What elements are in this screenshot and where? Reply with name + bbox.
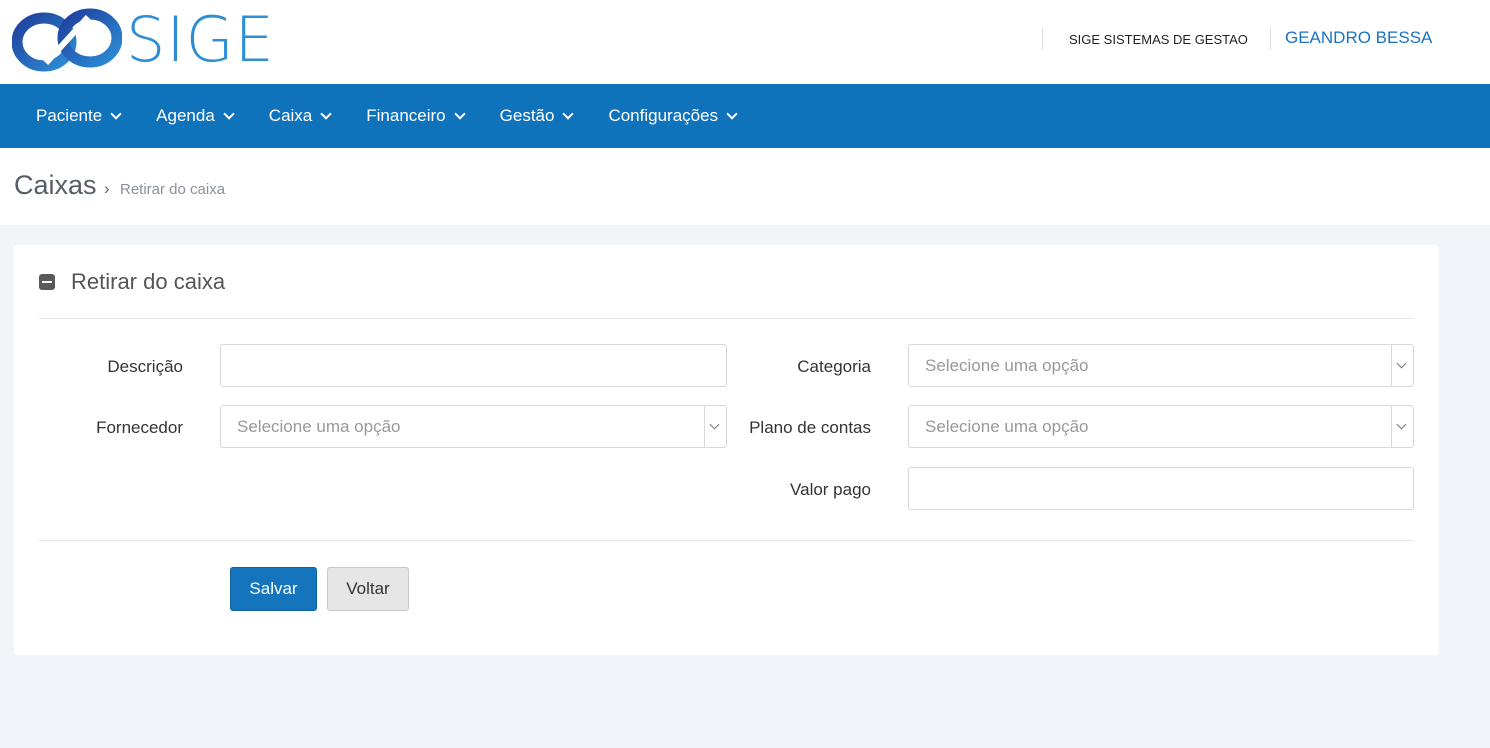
top-header: SIGE SIGE SISTEMAS DE GESTAO GEANDRO BES… [0, 0, 1490, 84]
categoria-label: Categoria [797, 357, 871, 376]
chevron-down-icon [726, 108, 738, 120]
form-panel: Retirar do caixa Descrição Categoria Sel… [14, 245, 1439, 655]
plano-contas-select[interactable]: Selecione uma opção [908, 405, 1414, 448]
chevron-down-icon [562, 108, 575, 120]
nav-item-caixa[interactable]: Caixa [251, 84, 348, 148]
nav-item-paciente[interactable]: Paciente [18, 84, 138, 148]
nav-item-label: Paciente [36, 106, 103, 125]
header-divider [1042, 28, 1043, 50]
back-button[interactable]: Voltar [327, 567, 409, 611]
nav-item-label: Agenda [156, 106, 215, 125]
logo-text: SIGE [126, 3, 275, 76]
chevron-down-icon [1391, 345, 1413, 386]
main-nav: Paciente Agenda Caixa Financeiro Gestão … [0, 84, 1490, 148]
breadcrumb-separator-icon: › [104, 179, 110, 198]
nav-item-label: Gestão [499, 106, 555, 125]
chevron-down-icon [110, 108, 122, 120]
plano-contas-label: Plano de contas [749, 418, 871, 437]
valor-pago-label: Valor pago [790, 480, 871, 499]
nav-item-gestao[interactable]: Gestão [482, 84, 591, 148]
divider [39, 540, 1414, 541]
chevron-down-icon [1391, 406, 1413, 447]
header-divider [1270, 28, 1271, 50]
user-menu[interactable]: GEANDRO BESSA [1285, 28, 1432, 48]
infinity-logo-icon [12, 8, 122, 72]
collapse-icon[interactable] [39, 274, 55, 290]
page-title[interactable]: Caixas [14, 170, 97, 201]
nav-item-agenda[interactable]: Agenda [138, 84, 251, 148]
panel-title: Retirar do caixa [71, 269, 226, 294]
nav-item-label: Configurações [608, 106, 719, 125]
save-button[interactable]: Salvar [230, 567, 317, 611]
panel-header: Retirar do caixa [39, 269, 225, 295]
valor-pago-input[interactable] [908, 467, 1414, 510]
company-name[interactable]: SIGE SISTEMAS DE GESTAO [1069, 32, 1248, 47]
chevron-down-icon [453, 108, 466, 120]
chevron-down-icon [223, 108, 235, 120]
nav-item-configuracoes[interactable]: Configurações [590, 84, 754, 148]
fornecedor-label: Fornecedor [96, 418, 183, 437]
descricao-label: Descrição [107, 357, 183, 376]
chevron-down-icon [704, 406, 726, 447]
categoria-placeholder: Selecione uma opção [925, 356, 1089, 375]
divider [39, 318, 1414, 319]
nav-item-financeiro[interactable]: Financeiro [348, 84, 481, 148]
breadcrumb: Caixas › Retirar do caixa [0, 148, 1490, 225]
breadcrumb-current: Retirar do caixa [120, 181, 226, 198]
fornecedor-select[interactable]: Selecione uma opção [220, 405, 727, 448]
plano-contas-placeholder: Selecione uma opção [925, 417, 1089, 436]
nav-item-label: Financeiro [366, 106, 446, 125]
chevron-down-icon [320, 108, 332, 120]
categoria-select[interactable]: Selecione uma opção [908, 344, 1414, 387]
nav-item-label: Caixa [268, 106, 313, 125]
sige-logo[interactable]: SIGE [12, 6, 282, 74]
fornecedor-placeholder: Selecione uma opção [237, 417, 401, 436]
descricao-input[interactable] [220, 344, 727, 387]
